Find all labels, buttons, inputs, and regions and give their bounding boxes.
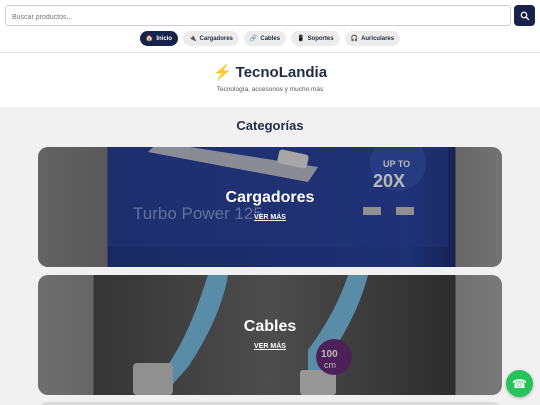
category-title: Cables (243, 318, 297, 335)
link-icon: 🔗 (249, 36, 258, 42)
card-overlay (38, 147, 502, 267)
top-bar: 🏠 Inicio 🔌 Cargadores 🔗 Cables 📱 Soporte… (0, 0, 540, 52)
brand-name: TecnoLandia (235, 64, 328, 81)
search-icon (520, 11, 529, 20)
ver-mas-link[interactable]: VER MÁS (38, 214, 502, 221)
nav-item-cables[interactable]: 🔗 Cables (243, 31, 287, 46)
nav-item-label: Auriculares (361, 35, 395, 42)
headphones-icon: 🎧 (350, 36, 359, 42)
whatsapp-button[interactable]: ☎ (506, 370, 533, 397)
ver-mas-link[interactable]: VER MÁS (38, 343, 502, 350)
home-icon: 🏠 (145, 36, 154, 42)
nav-item-cargadores[interactable]: 🔌 Cargadores (183, 31, 239, 46)
search-button[interactable] (514, 5, 535, 26)
phone-call-icon: ☎ (512, 376, 527, 391)
category-card-cables[interactable]: 100 cm Cables VER MÁS (38, 275, 502, 395)
brand-title[interactable]: ⚡ TecnoLandia (0, 63, 540, 81)
nav-item-label: Inicio (156, 35, 173, 42)
category-card-cargadores[interactable]: UP TO 20X Turbo Power 125 Cargadores VER… (38, 147, 502, 267)
nav-item-auriculares[interactable]: 🎧 Auriculares (344, 31, 401, 46)
nav-item-soportes[interactable]: 📱 Soportes (291, 31, 340, 46)
nav-item-label: Cables (260, 35, 281, 42)
brand-header: ⚡ TecnoLandia Tecnología, accesorios y mu… (0, 52, 540, 107)
nav-item-label: Cargadores (199, 35, 233, 42)
lightning-icon: ⚡ (212, 64, 232, 81)
phone-icon: 📱 (297, 36, 305, 42)
nav-item-label: Soportes (307, 35, 334, 42)
main-nav: 🏠 Inicio 🔌 Cargadores 🔗 Cables 📱 Soporte… (0, 31, 540, 47)
nav-item-inicio[interactable]: 🏠 Inicio (139, 31, 179, 46)
plug-icon: 🔌 (189, 36, 197, 42)
categories-title: Categorías (236, 118, 304, 133)
category-title: Cargadores (225, 189, 315, 206)
search-input[interactable] (6, 8, 510, 27)
brand-subtitle: Tecnología, accesorios y mucho más (216, 86, 324, 93)
search-box (5, 5, 511, 27)
